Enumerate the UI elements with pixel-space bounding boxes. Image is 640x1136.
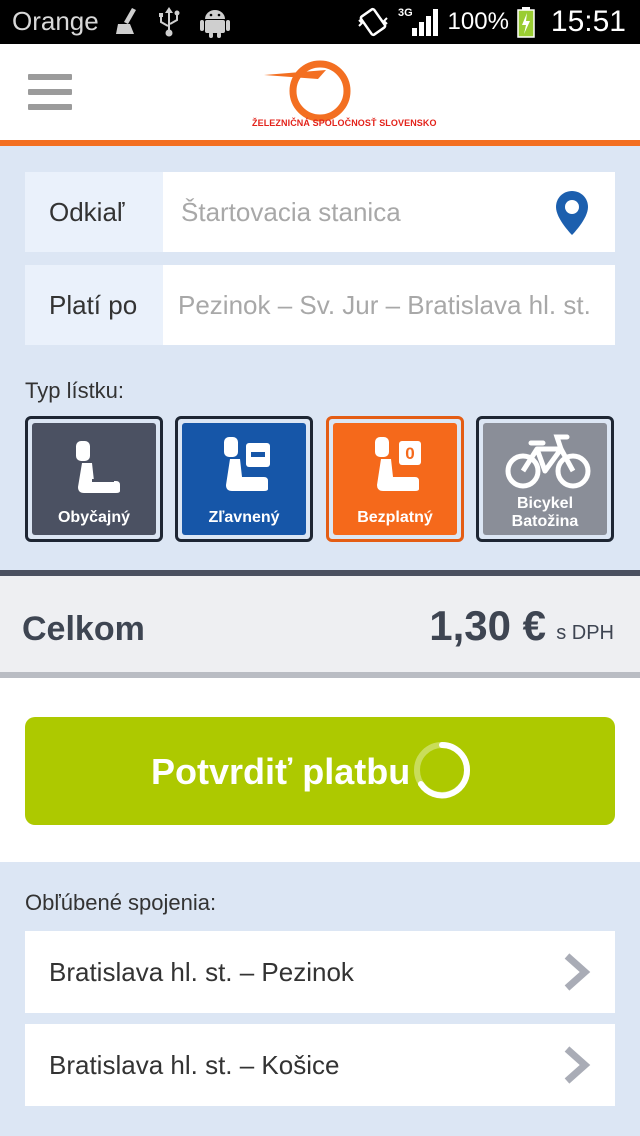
from-input[interactable] — [181, 186, 561, 238]
free-badge: 0 — [405, 444, 414, 463]
logo-text: ŽELEZNIČNÁ SPOLOČNOSŤ SLOVENSKO — [252, 118, 437, 128]
battery-percent: 100% — [447, 8, 509, 35]
from-label: Odkiaľ — [25, 172, 163, 252]
ticket-type-bicycle-luggage[interactable]: Bicykel Batožina — [476, 416, 614, 542]
seat-icon — [76, 441, 120, 493]
tile-caption: Zľavnený — [208, 509, 280, 526]
tile-caption-line1: Bicykel — [516, 495, 574, 512]
payment-section: Potvrdiť platbu — [0, 678, 640, 862]
hamburger-menu-button[interactable] — [28, 74, 72, 110]
tile-caption: Obyčajný — [57, 509, 131, 526]
favourites-title: Obľúbené spojenia: — [25, 890, 217, 915]
cleaner-icon — [116, 8, 136, 34]
from-field[interactable]: Odkiaľ — [25, 172, 615, 252]
favourite-item[interactable]: Bratislava hl. st. – Pezinok — [25, 931, 615, 1013]
ticket-type-regular[interactable]: Obyčajný — [25, 416, 163, 542]
tile-background: Zľavnený — [182, 423, 306, 535]
signal-icon: 3G — [398, 7, 438, 36]
loading-spinner-icon — [414, 742, 471, 799]
confirm-payment-button[interactable]: Potvrdiť platbu — [25, 717, 615, 825]
favourite-item-label: Bratislava hl. st. – Pezinok — [49, 957, 354, 987]
ticket-form: Odkiaľ Platí po Pezinok – Sv. Jur – Brat… — [0, 146, 640, 570]
favourite-item-label: Bratislava hl. st. – Košice — [49, 1050, 340, 1080]
total-vat-suffix: s DPH — [556, 622, 614, 644]
chevron-right-icon — [564, 953, 591, 991]
valid-to-label: Platí po — [25, 265, 163, 345]
confirm-payment-label: Potvrdiť platbu — [151, 751, 411, 792]
seat-minus-icon — [224, 437, 270, 491]
ticket-type-free[interactable]: 0 Bezplatný — [326, 416, 464, 542]
seat-zero-icon: 0 — [375, 437, 421, 491]
battery-charging-icon — [517, 7, 535, 38]
favourite-item[interactable]: Bratislava hl. st. – Košice — [25, 1024, 615, 1106]
usb-icon — [159, 7, 180, 37]
menu-line-icon — [28, 74, 72, 80]
status-bar: Orange 3G 100% 15:51 — [0, 0, 640, 44]
tile-caption: Bezplatný — [357, 509, 433, 526]
chevron-right-icon — [564, 1046, 591, 1084]
valid-to-value: Pezinok – Sv. Jur – Bratislava hl. st. — [178, 290, 591, 320]
ticket-type-label: Typ lístku: — [25, 378, 125, 403]
location-pin-icon[interactable] — [555, 190, 589, 236]
bicycle-icon — [505, 434, 591, 489]
ticket-type-discounted[interactable]: Zľavnený — [175, 416, 313, 542]
carrier-label: Orange — [12, 6, 99, 36]
tile-caption: Bicykel Batožina — [483, 495, 607, 531]
menu-line-icon — [28, 104, 72, 110]
status-right: 3G 100% 15:51 — [356, 4, 626, 40]
network-type: 3G — [398, 7, 413, 19]
clock: 15:51 — [550, 5, 626, 38]
total-amount: 1,30 € — [429, 602, 546, 649]
menu-line-icon — [28, 89, 72, 95]
vibrate-icon — [357, 7, 388, 37]
total-label: Celkom — [22, 610, 145, 648]
tile-background: 0 Bezplatný — [333, 423, 457, 535]
tile-caption-line2: Batožina — [511, 513, 579, 530]
total-bar: Celkom 1,30 € s DPH — [0, 570, 640, 678]
app-header: ŽELEZNIČNÁ SPOLOČNOSŤ SLOVENSKO — [0, 44, 640, 140]
android-icon — [200, 10, 230, 38]
valid-to-field[interactable]: Platí po Pezinok – Sv. Jur – Bratislava … — [25, 265, 615, 345]
favourites-section: Obľúbené spojenia: Bratislava hl. st. – … — [0, 862, 640, 1136]
tile-background: Obyčajný — [32, 423, 156, 535]
tile-background: Bicykel Batožina — [483, 423, 607, 535]
